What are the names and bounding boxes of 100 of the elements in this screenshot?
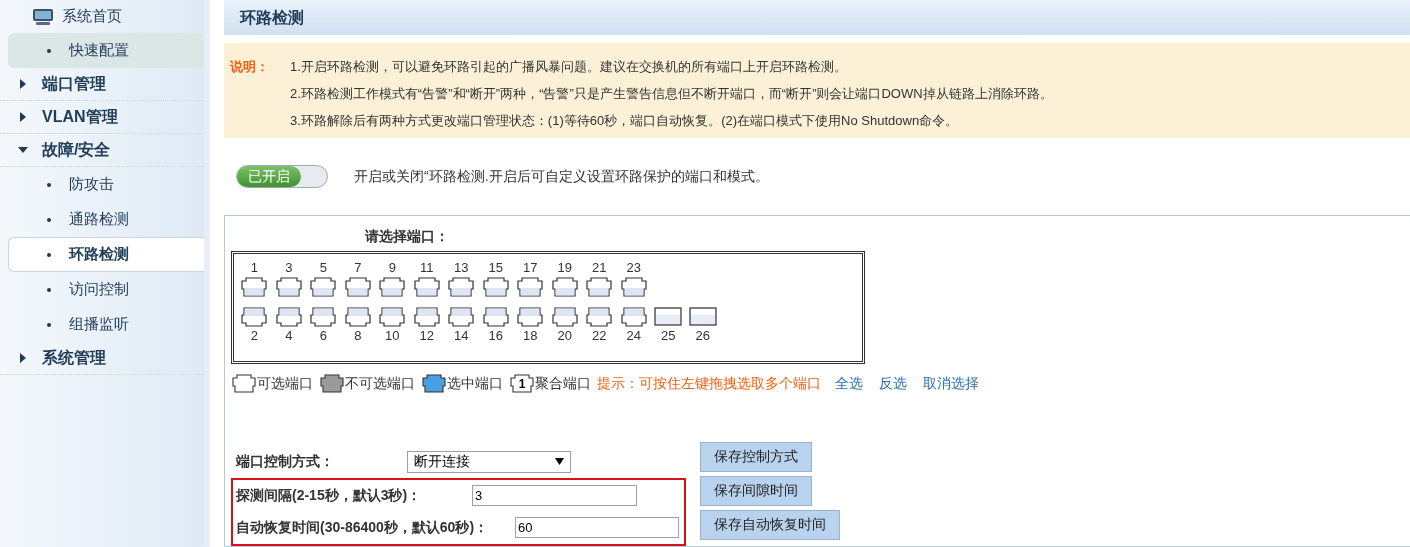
sidebar-group[interactable]: 端口管理 — [0, 68, 204, 101]
port-number: 6 — [319, 328, 327, 344]
port-icon[interactable] — [687, 306, 718, 328]
legend-label: 聚合端口 — [535, 374, 591, 394]
sidebar-item[interactable]: 系统首页 — [0, 0, 204, 33]
port-icon[interactable] — [273, 306, 304, 328]
note-label: 说明： — [230, 58, 270, 77]
bullet-icon — [47, 182, 51, 187]
port-number: 1 — [250, 260, 258, 276]
port-number: 17 — [523, 260, 538, 276]
note-text: 2.环路检测工作模式有“告警”和“断开”两种，“告警”只是产生警告信息但不断开端口，而“断开”则会让端口DOWN掉从链路上消除环路。 — [290, 85, 1053, 104]
port-icon[interactable] — [446, 276, 477, 298]
sidebar-group[interactable]: VLAN管理 — [0, 101, 204, 134]
port-icon[interactable] — [515, 276, 546, 298]
caret-right-icon — [18, 112, 28, 122]
sidebar-item[interactable]: 组播监听 — [8, 307, 204, 342]
dropdown-arrow-icon — [555, 458, 564, 466]
legend-label: 不可选端口 — [345, 374, 415, 394]
port-icon — [319, 374, 345, 394]
port-icon[interactable] — [618, 306, 649, 328]
field-label: 自动恢复时间(30-86400秒，默认60秒)： — [235, 518, 489, 538]
save-button[interactable]: 保存控制方式 — [700, 442, 812, 472]
port-number: 18 — [523, 328, 538, 344]
sidebar-item[interactable]: 快速配置 — [8, 33, 204, 68]
port-icon[interactable] — [653, 306, 684, 328]
port-number: 12 — [419, 328, 434, 344]
note-text: 3.环路解除后有两种方式更改端口管理状态：(1)等待60秒，端口自动恢复。(2)在端口模式下使用No Shutdown命令。 — [290, 112, 960, 131]
bullet-icon — [47, 287, 51, 292]
page-title: 环路检测 — [224, 0, 1410, 36]
port-number: 25 — [661, 328, 676, 344]
port-icon[interactable] — [239, 306, 270, 328]
number-field[interactable]: 3 — [472, 485, 637, 507]
selection-link[interactable]: 取消选择 — [923, 373, 979, 395]
port-number: 22 — [592, 328, 607, 344]
port-icon[interactable] — [239, 276, 270, 298]
port-number: 16 — [488, 328, 503, 344]
mode-select[interactable]: 断开连接 — [407, 451, 571, 473]
port-icon[interactable] — [308, 276, 339, 298]
port-icon[interactable] — [342, 306, 373, 328]
port-icon[interactable] — [584, 306, 615, 328]
panel-title: 请选择端口： — [364, 227, 450, 246]
bullet-icon — [47, 48, 51, 53]
port-number: 5 — [319, 260, 327, 276]
port-number: 11 — [420, 260, 434, 276]
selection-link[interactable]: 反选 — [879, 373, 907, 395]
port-number: 26 — [695, 328, 710, 344]
port-icon[interactable] — [480, 306, 511, 328]
port-icon[interactable] — [273, 276, 304, 298]
port-number: 23 — [626, 260, 641, 276]
port-number: 3 — [285, 260, 293, 276]
port-number: 20 — [557, 328, 572, 344]
hint-text: 提示：可按住左键拖拽选取多个端口 — [597, 374, 821, 394]
port-number: 10 — [385, 328, 400, 344]
port-icon[interactable] — [446, 306, 477, 328]
port-icon[interactable] — [342, 276, 373, 298]
selection-link[interactable]: 全选 — [835, 373, 863, 395]
sidebar-item[interactable]: 防攻击 — [8, 167, 204, 202]
port-icon — [231, 374, 257, 394]
bullet-icon — [47, 322, 51, 327]
sidebar-group[interactable]: 系统管理 — [0, 342, 204, 375]
field-label: 端口控制方式： — [235, 452, 334, 472]
aggregate-number: 1 — [518, 377, 526, 391]
port-icon[interactable] — [549, 306, 580, 328]
port-number: 9 — [388, 260, 396, 276]
caret-right-icon — [18, 79, 28, 89]
port-icon[interactable] — [480, 276, 511, 298]
port-number: 24 — [626, 328, 641, 344]
port-icon[interactable] — [549, 276, 580, 298]
port-number: 8 — [354, 328, 362, 344]
port-icon[interactable] — [618, 276, 649, 298]
port-number: 2 — [250, 328, 258, 344]
field-label: 探测间隔(2-15秒，默认3秒)： — [235, 486, 422, 506]
bullet-icon — [47, 252, 51, 257]
legend-label: 可选端口 — [257, 374, 313, 394]
monitor-icon — [32, 7, 54, 26]
port-icon[interactable] — [308, 306, 339, 328]
port-number: 21 — [592, 260, 607, 276]
port-icon — [509, 374, 535, 394]
caret-right-icon — [18, 353, 28, 363]
port-icon[interactable] — [377, 306, 408, 328]
sidebar-group[interactable]: 故障/安全 — [0, 134, 204, 167]
bullet-icon — [47, 217, 51, 222]
port-number: 13 — [454, 260, 469, 276]
sidebar-item[interactable]: 访问控制 — [8, 272, 204, 307]
port-number: 15 — [488, 260, 503, 276]
port-number: 14 — [454, 328, 469, 344]
caret-down-icon — [18, 145, 28, 155]
port-icon[interactable] — [584, 276, 615, 298]
port-number: 7 — [354, 260, 362, 276]
port-number: 19 — [557, 260, 572, 276]
sidebar-item[interactable]: 环路检测 — [8, 237, 204, 272]
port-icon[interactable] — [411, 276, 442, 298]
port-icon[interactable] — [411, 306, 442, 328]
save-button[interactable]: 保存间隙时间 — [700, 476, 812, 506]
port-icon — [421, 374, 447, 394]
port-icon[interactable] — [377, 276, 408, 298]
port-icon[interactable] — [515, 306, 546, 328]
save-button[interactable]: 保存自动恢复时间 — [700, 510, 840, 540]
sidebar-item[interactable]: 通路检测 — [8, 202, 204, 237]
number-field[interactable]: 60 — [515, 517, 679, 539]
